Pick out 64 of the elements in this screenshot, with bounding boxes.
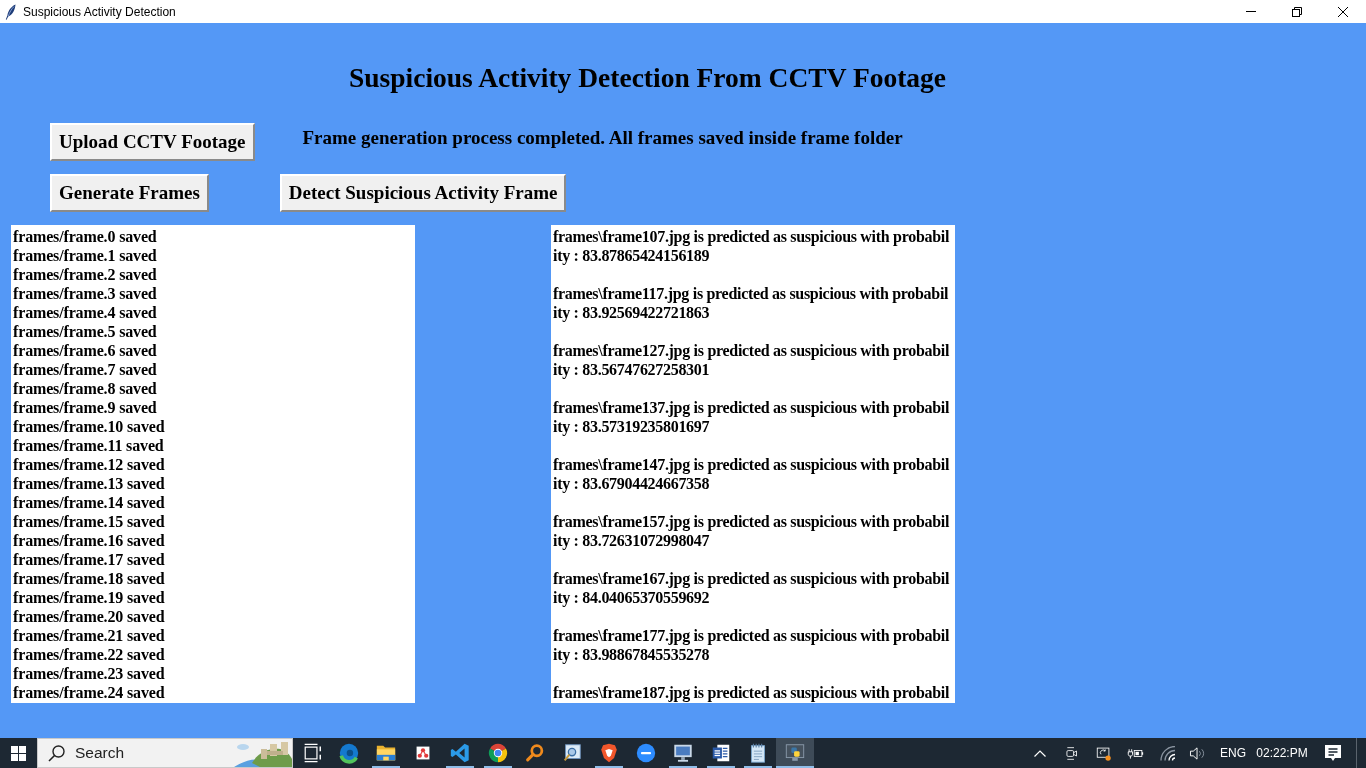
app-heading: Suspicious Activity Detection From CCTV Footage [349,62,947,93]
notification-icon[interactable] [1324,744,1342,762]
window-title: Suspicious Activity Detection [23,4,176,19]
status-message: Frame generation process completed. All frames saved inside frame folder [302,126,903,149]
log-line: frames/frame.4 saved [13,303,157,322]
display-badge-icon[interactable] [1095,745,1112,761]
log-line: frames/frame.14 saved [13,493,165,512]
log-line: frames/frame.11 saved [13,436,164,455]
prediction-text: frames\frame127.jpg is predicted as suspicious with probabil ity : 83.56747627258301 [553,341,950,379]
log-line: frames/frame.5 saved [13,322,157,341]
log-line: frames/frame.8 saved [13,379,157,398]
log-line: frames/frame.16 saved [13,531,165,550]
magnifier-icon [523,742,546,764]
prediction-text: frames\frame177.jpg is predicted as suspicious with probabil ity : 83.98867845535278 [553,626,950,664]
log-line: frames/frame.0 saved [13,227,157,246]
log-line: frames/frame.1 saved [13,246,157,265]
log-line: frames/frame.19 saved [13,588,165,607]
ribbon-icon [449,742,472,764]
log-line: frames/frame.15 saved [13,512,165,531]
search-icon [48,744,65,762]
chevron-up-icon[interactable] [1034,749,1046,757]
log-line: frames/frame.18 saved [13,569,165,588]
generate-frames-button[interactable]: Generate Frames [50,174,209,212]
log-line: frames/frame.21 saved [13,626,165,645]
prediction-text: frames\frame167.jpg is predicted as suspicious with probabil ity : 84.04065370559692 [553,569,950,607]
monitor-squares-icon [784,742,807,764]
log-text-area[interactable] [551,225,955,703]
clock-time[interactable]: 02:22:PM [1254,738,1310,768]
log-line: frames/frame.3 saved [13,284,157,303]
log-line: frames/frame.10 saved [13,417,165,436]
log-line: frames/frame.17 saved [13,550,165,569]
prediction-text: frames\frame107.jpg is predicted as suspicious with probabil ity : 83.87865424156189 [553,227,950,265]
upload-button[interactable]: Upload CCTV Footage [50,123,255,161]
log-line: frames/frame.7 saved [13,360,157,379]
monitor-icon [672,742,695,764]
minus-disc-icon [635,742,658,764]
prediction-text: frames\frame117.jpg is predicted as suspicious with probabil ity : 83.92569422721863 [553,284,949,322]
log-line: frames/frame.12 saved [13,455,165,474]
log-text-area[interactable] [11,225,415,703]
log-line: frames/frame.6 saved [13,341,157,360]
feather-icon [5,3,16,20]
language-indicator[interactable]: ENG [1212,738,1254,768]
speaker-icon[interactable] [1189,745,1206,761]
log-line: frames/frame.9 saved [13,398,157,417]
log-line: frames/frame.20 saved [13,607,165,626]
log-line: frames/frame.2 saved [13,265,157,284]
restore-icon[interactable] [1292,6,1302,17]
circle-arc-icon [337,742,360,764]
log-line: frames/frame.13 saved [13,474,165,493]
prediction-text: frames\frame187.jpg is predicted as suspicious with probabil [553,683,950,702]
log-line: frames/frame.22 saved [13,645,165,664]
windows-logo-icon[interactable] [11,745,26,761]
close-icon[interactable] [1338,6,1348,17]
prediction-text: frames\frame147.jpg is predicted as suspicious with probabil ity : 83.67904424667358 [553,455,950,493]
log-line: frames/frame.24 saved [13,683,165,702]
wifi-icon[interactable] [1158,745,1176,761]
search-field[interactable]: Search [75,740,234,766]
tricolor-circle-icon [486,742,509,764]
prediction-text: frames\frame137.jpg is predicted as suspicious with probabil ity : 83.57319235801697 [553,398,950,436]
landscape-illustration [234,739,292,767]
prediction-text: frames\frame157.jpg is predicted as suspicious with probabil ity : 83.72631072998047 [553,512,950,550]
log-line: frames/frame.23 saved [13,664,165,683]
search-box[interactable]: Search [37,738,293,768]
detect-button[interactable]: Detect Suspicious Activity Frame [279,174,567,212]
